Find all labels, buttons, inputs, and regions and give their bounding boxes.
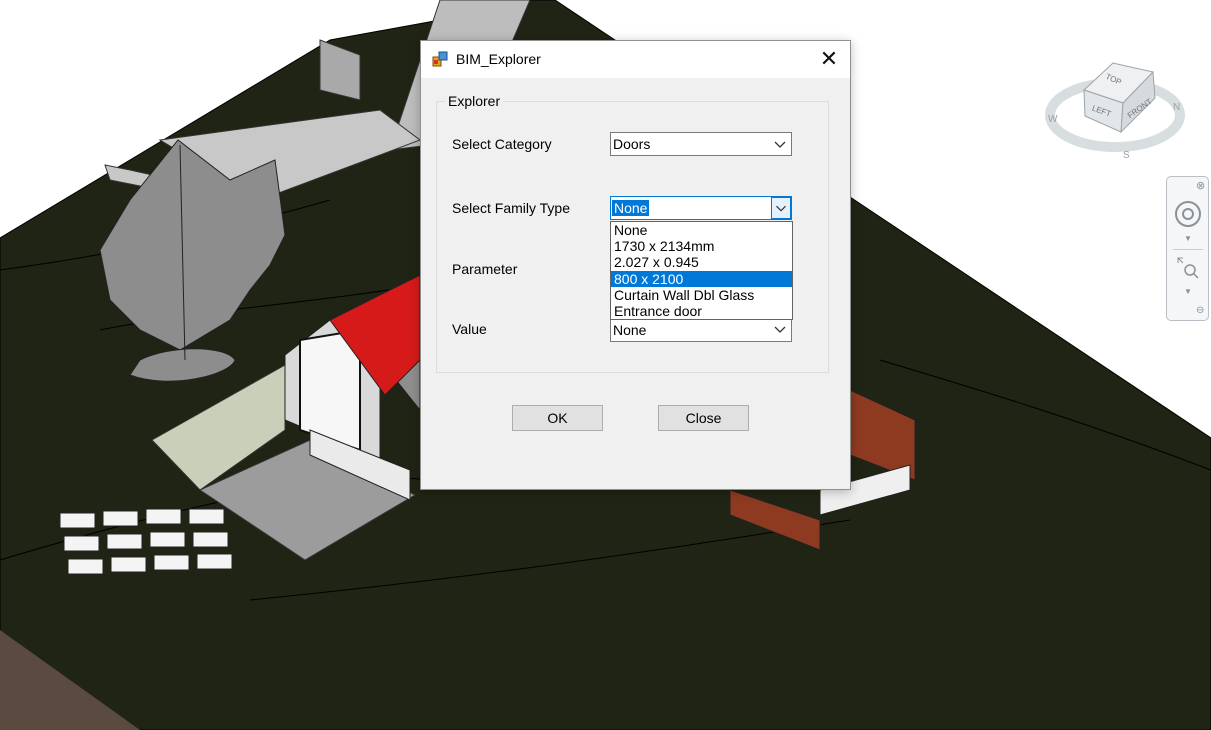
steering-wheel-icon[interactable] xyxy=(1175,201,1201,227)
dropdown-option[interactable]: Curtain Wall Dbl Glass xyxy=(611,287,792,303)
select-category-label: Select Category xyxy=(452,136,552,152)
compass-west[interactable]: W xyxy=(1048,114,1058,125)
navbar-options-icon[interactable]: ⊖ xyxy=(1196,305,1204,316)
dropdown-option-highlighted[interactable]: 800 x 2100 xyxy=(611,270,792,287)
dropdown-option[interactable]: None xyxy=(611,222,792,238)
select-family-type-label: Select Family Type xyxy=(452,200,571,216)
family-type-value: None xyxy=(612,200,650,216)
value-label: Value xyxy=(452,321,487,337)
family-type-dropdown-list[interactable]: None 1730 x 2134mm 2.027 x 0.945 800 x 2… xyxy=(610,221,793,320)
dialog-title: BIM_Explorer xyxy=(456,51,541,67)
chevron-down-icon[interactable]: ▼ xyxy=(1184,287,1192,296)
value-field-value: None xyxy=(613,322,647,338)
compass-north[interactable]: N xyxy=(1173,102,1180,113)
value-combobox[interactable]: None xyxy=(610,318,792,342)
dropdown-option[interactable]: Entrance door xyxy=(611,303,792,319)
title-bar[interactable]: BIM_Explorer ✕ xyxy=(421,41,850,78)
viewcube[interactable]: TOP LEFT FRONT W S N xyxy=(1040,50,1190,165)
family-type-combobox[interactable]: None xyxy=(610,196,792,220)
dropdown-option[interactable]: 1730 x 2134mm xyxy=(611,238,792,254)
close-button[interactable]: Close xyxy=(658,405,749,431)
chevron-down-icon[interactable] xyxy=(771,320,789,340)
compass-south[interactable]: S xyxy=(1123,150,1130,161)
zoom-icon[interactable] xyxy=(1177,257,1199,279)
chevron-down-icon[interactable]: ▼ xyxy=(1184,234,1192,243)
ok-button[interactable]: OK xyxy=(512,405,603,431)
chevron-down-icon[interactable] xyxy=(771,134,789,154)
chevron-down-icon[interactable] xyxy=(771,197,791,219)
close-icon[interactable]: ✕ xyxy=(813,46,845,74)
navbar-divider xyxy=(1173,249,1203,250)
dropdown-option[interactable]: 2.027 x 0.945 xyxy=(611,254,792,270)
app-icon xyxy=(432,51,448,67)
category-combobox[interactable]: Doors xyxy=(610,132,792,156)
groupbox-label: Explorer xyxy=(445,93,504,109)
navigation-bar: ⊗ ▼ ▼ ⊖ xyxy=(1166,176,1209,321)
category-value: Doors xyxy=(613,136,651,152)
parameter-label: Parameter xyxy=(452,261,518,277)
navbar-close-icon[interactable]: ⊗ xyxy=(1196,179,1205,192)
